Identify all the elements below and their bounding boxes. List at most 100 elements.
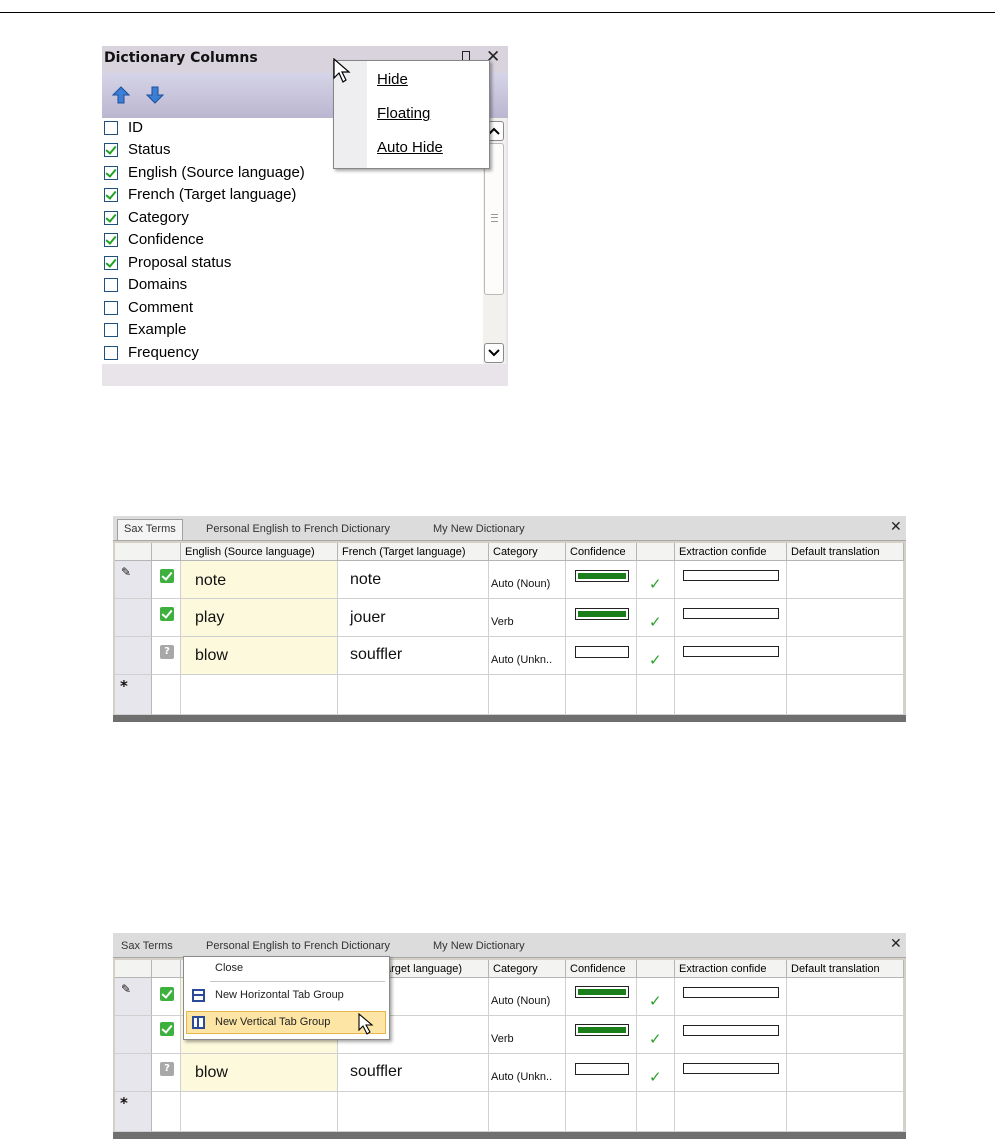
new-row-cell[interactable] bbox=[566, 675, 637, 715]
move-up-icon[interactable] bbox=[112, 86, 130, 104]
tab-my-new-dictionary[interactable]: My New Dictionary bbox=[433, 523, 525, 535]
column-item-proposal-status[interactable]: Proposal status bbox=[102, 253, 482, 275]
french-cell[interactable]: souffler bbox=[338, 1054, 489, 1092]
header-status[interactable] bbox=[152, 543, 181, 561]
header-category[interactable]: Category bbox=[489, 960, 566, 978]
checkbox[interactable] bbox=[104, 278, 118, 292]
tab-personal-dictionary[interactable]: Personal English to French Dictionary bbox=[206, 940, 390, 952]
french-cell[interactable]: souffler bbox=[338, 637, 489, 675]
extraction-cell[interactable] bbox=[675, 978, 787, 1016]
column-item-category[interactable]: Category bbox=[102, 208, 482, 230]
row-selector[interactable] bbox=[115, 637, 152, 675]
checkbox[interactable] bbox=[104, 143, 118, 157]
menu-item-floating[interactable]: Floating bbox=[377, 105, 430, 122]
header-proposal[interactable] bbox=[637, 960, 675, 978]
menu-item-new-horizontal-tab-group[interactable]: New Horizontal Tab Group bbox=[215, 989, 344, 1001]
row-selector[interactable] bbox=[115, 1054, 152, 1092]
category-cell[interactable]: Auto (Unkn.. bbox=[489, 1054, 566, 1092]
move-down-icon[interactable] bbox=[146, 86, 164, 104]
proposal-cell[interactable]: ✓ bbox=[637, 637, 675, 675]
checkbox[interactable] bbox=[104, 211, 118, 225]
status-cell[interactable] bbox=[152, 978, 181, 1016]
column-item-comment[interactable]: Comment bbox=[102, 298, 482, 320]
english-cell[interactable]: note bbox=[181, 561, 338, 599]
new-row-cell[interactable] bbox=[637, 675, 675, 715]
tab-sax-terms[interactable]: Sax Terms bbox=[117, 519, 183, 540]
checkbox[interactable] bbox=[104, 301, 118, 315]
status-cell[interactable]: ? bbox=[152, 637, 181, 675]
new-row-selector[interactable]: * bbox=[115, 675, 152, 715]
checkbox[interactable] bbox=[104, 256, 118, 270]
close-icon[interactable]: ✕ bbox=[890, 519, 902, 535]
checkbox[interactable] bbox=[104, 233, 118, 247]
column-item-domains[interactable]: Domains bbox=[102, 275, 482, 297]
new-row-cell[interactable] bbox=[637, 1092, 675, 1132]
header-english[interactable]: English (Source language) bbox=[181, 543, 338, 561]
new-row-cell[interactable] bbox=[675, 1092, 787, 1132]
new-row-cell[interactable] bbox=[489, 675, 566, 715]
category-cell[interactable]: Auto (Unkn.. bbox=[489, 637, 566, 675]
row-selector[interactable]: ✎ bbox=[115, 561, 152, 599]
confidence-cell[interactable] bbox=[566, 1054, 637, 1092]
new-row-cell[interactable] bbox=[787, 1092, 904, 1132]
column-item-frequency[interactable]: Frequency bbox=[102, 343, 482, 365]
extraction-cell[interactable] bbox=[675, 561, 787, 599]
status-cell[interactable] bbox=[152, 561, 181, 599]
default-translation-cell[interactable] bbox=[787, 599, 904, 637]
column-item-example[interactable]: Example bbox=[102, 320, 482, 342]
default-translation-cell[interactable] bbox=[787, 637, 904, 675]
category-cell[interactable]: Verb bbox=[489, 1016, 566, 1054]
confidence-cell[interactable] bbox=[566, 1016, 637, 1054]
status-cell[interactable] bbox=[152, 599, 181, 637]
checkbox[interactable] bbox=[104, 323, 118, 337]
new-row-cell[interactable] bbox=[338, 675, 489, 715]
new-row-cell[interactable] bbox=[566, 1092, 637, 1132]
tab-sax-terms[interactable]: Sax Terms bbox=[121, 940, 173, 952]
tab-my-new-dictionary[interactable]: My New Dictionary bbox=[433, 940, 525, 952]
proposal-cell[interactable]: ✓ bbox=[637, 599, 675, 637]
new-row-cell[interactable] bbox=[675, 675, 787, 715]
header-category[interactable]: Category bbox=[489, 543, 566, 561]
checkbox[interactable] bbox=[104, 121, 118, 135]
extraction-cell[interactable] bbox=[675, 637, 787, 675]
checkbox[interactable] bbox=[104, 166, 118, 180]
menu-item-close[interactable]: Close bbox=[215, 962, 243, 974]
header-extraction-confidence[interactable]: Extraction confide bbox=[675, 960, 787, 978]
header-confidence[interactable]: Confidence bbox=[566, 543, 637, 561]
new-row-cell[interactable] bbox=[181, 1092, 338, 1132]
category-cell[interactable]: Verb bbox=[489, 599, 566, 637]
english-cell[interactable]: blow bbox=[181, 1054, 338, 1092]
english-cell[interactable]: play bbox=[181, 599, 338, 637]
french-cell[interactable]: jouer bbox=[338, 599, 489, 637]
header-french[interactable]: French (Target language) bbox=[338, 543, 489, 561]
confidence-cell[interactable] bbox=[566, 561, 637, 599]
default-translation-cell[interactable] bbox=[787, 978, 904, 1016]
menu-item-hide[interactable]: Hide bbox=[377, 71, 408, 88]
category-cell[interactable]: Auto (Noun) bbox=[489, 978, 566, 1016]
status-cell[interactable]: ? bbox=[152, 1054, 181, 1092]
default-translation-cell[interactable] bbox=[787, 1054, 904, 1092]
new-row-selector[interactable]: * bbox=[115, 1092, 152, 1132]
checkbox[interactable] bbox=[104, 188, 118, 202]
extraction-cell[interactable] bbox=[675, 599, 787, 637]
confidence-cell[interactable] bbox=[566, 978, 637, 1016]
header-proposal[interactable] bbox=[637, 543, 675, 561]
header-extraction-confidence[interactable]: Extraction confide bbox=[675, 543, 787, 561]
default-translation-cell[interactable] bbox=[787, 1016, 904, 1054]
new-row-cell[interactable] bbox=[338, 1092, 489, 1132]
column-item-french[interactable]: French (Target language) bbox=[102, 185, 482, 207]
column-item-confidence[interactable]: Confidence bbox=[102, 230, 482, 252]
default-translation-cell[interactable] bbox=[787, 561, 904, 599]
new-row-cell[interactable] bbox=[787, 675, 904, 715]
menu-item-new-vertical-tab-group[interactable]: New Vertical Tab Group bbox=[215, 1016, 330, 1028]
header-default-translation[interactable]: Default translation bbox=[787, 960, 904, 978]
confidence-cell[interactable] bbox=[566, 599, 637, 637]
confidence-cell[interactable] bbox=[566, 637, 637, 675]
proposal-cell[interactable]: ✓ bbox=[637, 978, 675, 1016]
header-status[interactable] bbox=[152, 960, 181, 978]
new-row-cell[interactable] bbox=[181, 675, 338, 715]
extraction-cell[interactable] bbox=[675, 1016, 787, 1054]
category-cell[interactable]: Auto (Noun) bbox=[489, 561, 566, 599]
header-confidence[interactable]: Confidence bbox=[566, 960, 637, 978]
french-cell[interactable]: note bbox=[338, 561, 489, 599]
